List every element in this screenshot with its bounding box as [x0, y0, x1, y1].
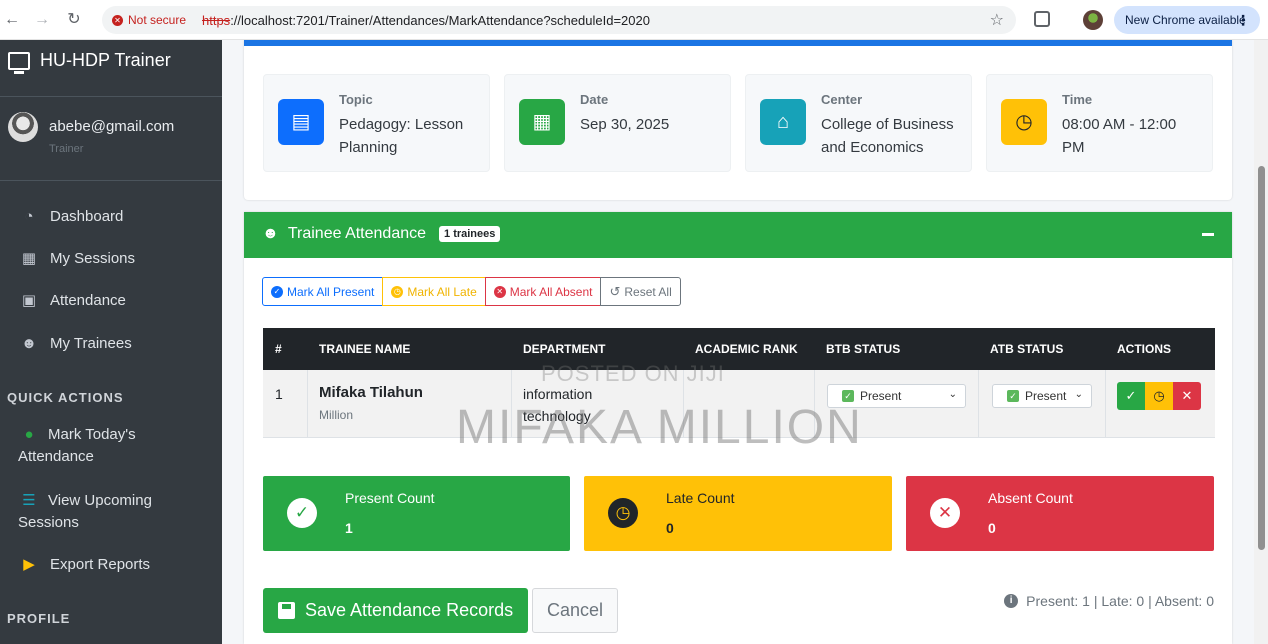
reset-all-button[interactable]: ↺ Reset All [600, 277, 681, 306]
watermark-large: MIFAKA MILLION [456, 401, 863, 454]
back-arrow-icon[interactable]: ← [2, 10, 22, 30]
late-count-value: 0 [666, 520, 674, 536]
chalkboard-icon [8, 51, 30, 74]
present-count-box: ✓ Present Count 1 [263, 476, 570, 551]
mark-all-present-button[interactable]: ✓ Mark All Present [262, 277, 384, 306]
quick-action-mark-attendance[interactable]: ● Mark Today's Attendance [18, 424, 214, 468]
sidebar-item-attendance[interactable]: ▣ Attendance [18, 290, 126, 312]
clipboard-check-icon: ▣ [21, 292, 37, 309]
user-email: abebe@gmail.com [49, 118, 175, 135]
row-index: 1 [275, 386, 283, 402]
mark-all-absent-button[interactable]: ✕ Mark All Absent [484, 277, 602, 306]
column-header: TRAINEE NAME [319, 342, 411, 356]
warning-icon: ✕ [112, 14, 123, 26]
trainee-subname: Million [319, 408, 354, 422]
check-box-icon: ✓ [1007, 390, 1019, 402]
quick-action-export-reports[interactable]: ▶ Export Reports [18, 554, 150, 576]
url-text[interactable]: https://localhost:7201/Trainer/Attendanc… [202, 13, 650, 28]
save-attendance-button[interactable]: Save Attendance Records [263, 588, 528, 633]
mark-all-late-button[interactable]: ◷ Mark All Late [382, 277, 486, 306]
cancel-button[interactable]: Cancel [532, 588, 618, 633]
attendance-title: Trainee Attendance [287, 225, 427, 242]
clock-icon: ◷ [1001, 99, 1047, 145]
date-info-box: ▦ Date Sep 30, 2025 [504, 74, 731, 172]
book-icon: ▤ [278, 99, 324, 145]
divider [0, 180, 222, 181]
quick-actions-heading: QUICK ACTIONS [7, 390, 124, 405]
page-scrollbar[interactable] [1254, 40, 1268, 644]
column-header: ACTIONS [1117, 342, 1171, 356]
chevron-down-icon: ⌄ [1074, 389, 1083, 400]
file-export-icon: ▶ [23, 556, 35, 573]
info-icon: i [1004, 594, 1019, 608]
watermark-small: POSTED ON JIJI [541, 361, 725, 386]
present-count-value: 1 [345, 520, 353, 536]
user-role: Trainer [49, 143, 84, 155]
save-disk-icon [278, 602, 295, 619]
check-circle-icon: ● [24, 426, 34, 443]
divider [0, 96, 222, 97]
scrollbar-thumb[interactable] [1258, 166, 1265, 550]
time-info-box: ◷ Time 08:00 AM - 12:00 PM [986, 74, 1213, 172]
center-info-box: ⌂ Center College of Business and Economi… [745, 74, 972, 172]
bookmark-star-icon[interactable]: ☆ [990, 10, 1004, 30]
users-icon: ☻ [21, 335, 37, 352]
attendance-summary: i Present: 1 | Late: 0 | Absent: 0 [1004, 593, 1214, 609]
list-icon: ☰ [22, 492, 36, 509]
topic-info-box: ▤ Topic Pedagogy: Lesson Planning [263, 74, 490, 172]
absent-count-value: 0 [988, 520, 996, 536]
attendance-card-header: ☻ Trainee Attendance 1 trainees [244, 212, 1232, 258]
mark-late-button[interactable]: ◷ [1145, 382, 1173, 410]
chevron-down-icon: ⌄ [948, 389, 957, 400]
security-indicator[interactable]: ✕ Not secure [112, 13, 186, 27]
late-count-box: ◷ Late Count 0 [584, 476, 892, 551]
clock-icon: ◷ [608, 498, 638, 528]
times-circle-icon: ✕ [493, 285, 506, 298]
table-header: # TRAINEE NAME DEPARTMENT ACADEMIC RANK … [263, 328, 1215, 370]
sidebar-item-dashboard[interactable]: ◔ Dashboard [18, 206, 123, 228]
quick-action-view-upcoming[interactable]: ☰ View Upcoming Sessions [18, 490, 214, 534]
browser-toolbar: ← → ↻ ✕ Not secure https://localhost:720… [0, 0, 1268, 40]
mark-present-button[interactable]: ✓ [1117, 382, 1145, 410]
session-info-card: ▤ Topic Pedagogy: Lesson Planning ▦ Date… [244, 40, 1232, 200]
avatar [8, 112, 38, 142]
undo-icon: ↺ [609, 283, 621, 299]
chrome-update-button[interactable]: New Chrome available ⋮ [1114, 6, 1260, 34]
sidebar-item-my-trainees[interactable]: ☻ My Trainees [18, 333, 132, 355]
calendar-icon: ▦ [21, 250, 37, 267]
main-content: ▤ Topic Pedagogy: Lesson Planning ▦ Date… [222, 40, 1268, 644]
menu-kebab-icon[interactable]: ⋮ [1236, 6, 1250, 34]
sidebar-item-my-sessions[interactable]: ▦ My Sessions [18, 248, 135, 270]
address-bar[interactable]: ✕ Not secure https://localhost:7201/Trai… [102, 6, 1016, 34]
check-icon: ✓ [287, 498, 317, 528]
mark-absent-button[interactable]: ✕ [1173, 382, 1201, 410]
column-header: ATB STATUS [990, 342, 1064, 356]
column-header: DEPARTMENT [523, 342, 606, 356]
collapse-minus-icon[interactable] [1202, 226, 1216, 240]
sidebar: HU-HDP Trainer abebe@gmail.com Trainer ◔… [0, 40, 222, 644]
user-panel[interactable]: abebe@gmail.com Trainer [8, 110, 218, 158]
bulk-action-group: ✓ Mark All Present ◷ Mark All Late ✕ Mar… [262, 277, 681, 306]
column-header: # [275, 342, 282, 356]
reload-icon[interactable]: ↻ [64, 10, 84, 30]
trainee-name: Mifaka Tilahun [319, 384, 423, 401]
check-circle-icon: ✓ [271, 285, 283, 298]
profile-heading: PROFILE [7, 611, 71, 626]
users-icon: ☻ [262, 225, 279, 242]
absent-count-box: ✕ Absent Count 0 [906, 476, 1214, 551]
profile-avatar-icon[interactable] [1083, 10, 1103, 30]
dashboard-icon: ◔ [24, 208, 34, 225]
column-header: BTB STATUS [826, 342, 901, 356]
times-circle-icon: ✕ [930, 498, 960, 528]
clock-icon: ◷ [391, 285, 404, 298]
building-icon: ⌂ [760, 99, 806, 145]
extensions-icon[interactable] [1034, 11, 1050, 27]
trainee-count-badge: 1 trainees [439, 226, 501, 242]
calendar-icon: ▦ [519, 99, 565, 145]
atb-status-select[interactable]: ✓ Present ⌄ [992, 384, 1092, 408]
brand[interactable]: HU-HDP Trainer [8, 50, 171, 74]
forward-arrow-icon[interactable]: → [32, 10, 52, 30]
column-header: ACADEMIC RANK [695, 342, 798, 356]
